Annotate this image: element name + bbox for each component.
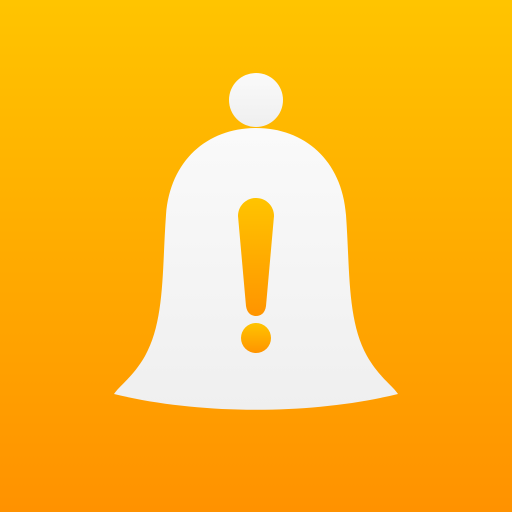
- exclamation-dot: [241, 323, 271, 353]
- bell-knob: [229, 73, 283, 127]
- bell-alert-icon: [0, 0, 512, 512]
- app-icon[interactable]: [0, 0, 512, 512]
